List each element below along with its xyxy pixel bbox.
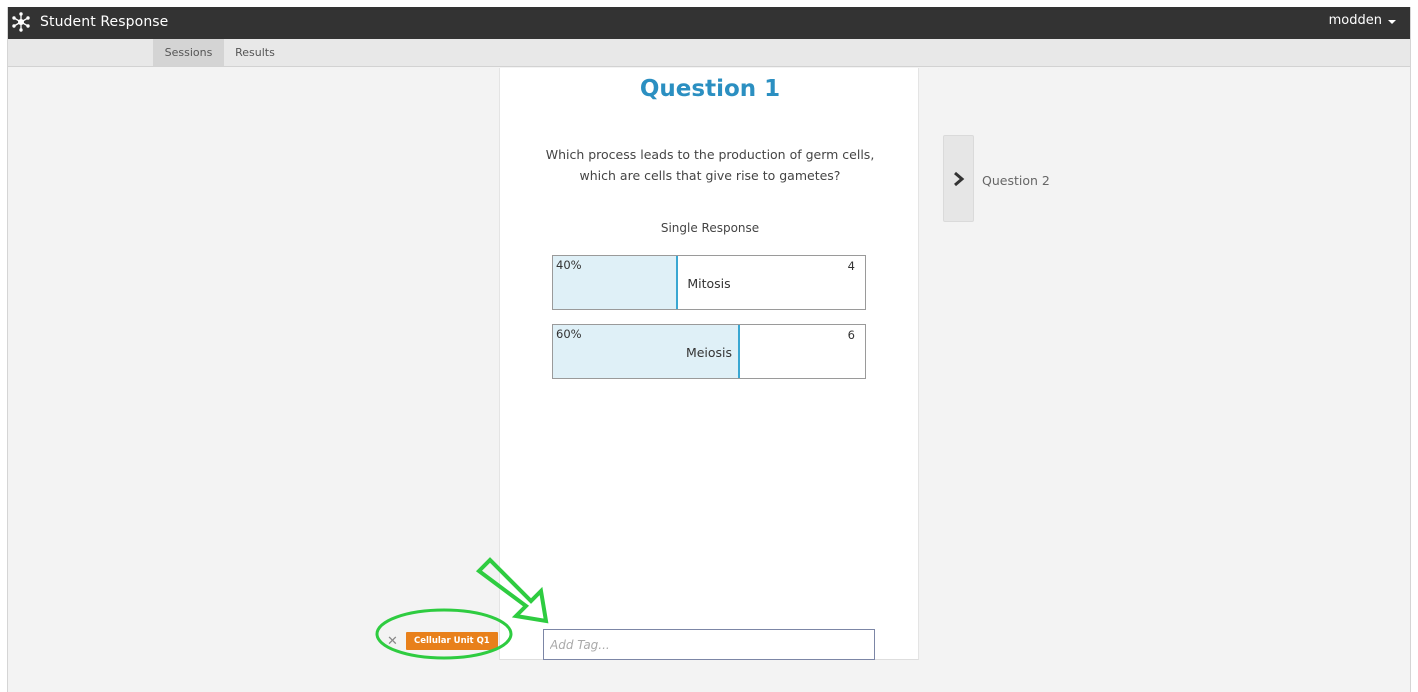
question-card: Question 1 Which process leads to the pr…: [499, 68, 919, 660]
answer-label: Mitosis: [687, 276, 731, 291]
response-type: Single Response: [660, 221, 760, 235]
user-name: modden: [1328, 13, 1382, 28]
add-tag-input[interactable]: [543, 629, 875, 660]
question-title: Question 1: [639, 76, 781, 102]
answer-option-mitosis[interactable]: 40% 4 Mitosis: [552, 255, 866, 310]
question-text-line-1: Which process leads to the production of…: [545, 147, 875, 162]
app-title[interactable]: Student Response: [40, 14, 168, 30]
answer-option-meiosis[interactable]: 60% 6 Meiosis: [552, 324, 866, 379]
atom-network-icon[interactable]: [11, 12, 31, 32]
answer-label: Meiosis: [685, 345, 733, 360]
top-navbar: Student Response modden: [8, 7, 1410, 39]
chevron-right-icon: [954, 171, 965, 187]
caret-down-icon: [1388, 19, 1396, 24]
tab-results[interactable]: Results: [230, 39, 280, 66]
question-text: Which process leads to the production of…: [530, 144, 890, 186]
question-text-line-2: which are cells that give rise to gamete…: [579, 168, 841, 183]
answer-percent: 60%: [556, 327, 582, 341]
tag-chip[interactable]: Cellular Unit Q1: [406, 632, 498, 650]
answer-percent: 40%: [556, 258, 582, 272]
sub-navbar: Sessions Results: [8, 39, 1410, 67]
next-question-button[interactable]: [943, 135, 974, 222]
user-menu[interactable]: modden: [1329, 13, 1396, 28]
answer-count: 4: [847, 259, 855, 273]
answer-count: 6: [847, 328, 855, 342]
app-frame: Student Response modden Sessions Results…: [7, 7, 1411, 692]
close-icon[interactable]: ✕: [387, 634, 398, 649]
next-question-label[interactable]: Question 2: [982, 173, 1050, 188]
tab-sessions[interactable]: Sessions: [153, 39, 224, 66]
